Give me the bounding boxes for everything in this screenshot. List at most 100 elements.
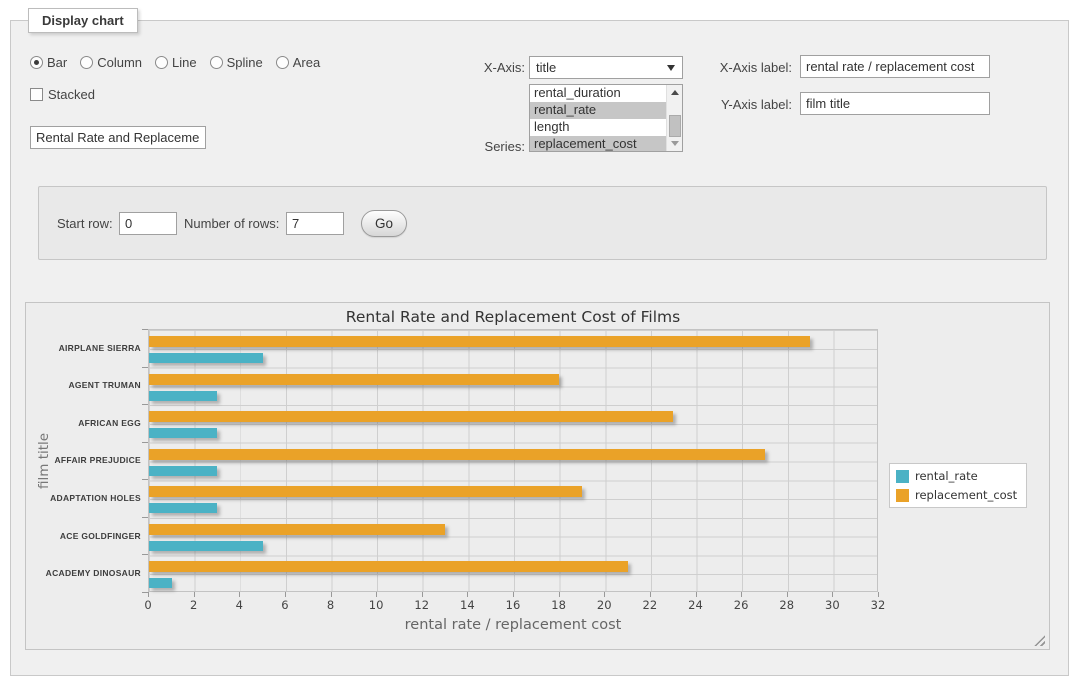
- bar-replacement_cost: [149, 374, 559, 385]
- x-tick-label: 22: [630, 598, 670, 612]
- resize-handle[interactable]: [1034, 635, 1045, 646]
- x-axis-label-label: X-Axis label:: [710, 60, 792, 75]
- chart-type-option-line[interactable]: Line: [155, 55, 197, 70]
- chart-plot-area: [148, 329, 878, 592]
- chart-title-input[interactable]: [30, 126, 206, 149]
- y-tick-mark: [142, 554, 148, 555]
- panel-legend: Display chart: [28, 8, 138, 33]
- y-tick-mark: [142, 329, 148, 330]
- x-axis-select-label: X-Axis:: [450, 60, 525, 75]
- series-scrollbar[interactable]: [666, 85, 682, 151]
- radio-icon[interactable]: [80, 56, 93, 69]
- chart-type-radio-group: Bar Column Line Spline Area: [30, 55, 320, 70]
- scroll-up-button[interactable]: [667, 85, 683, 100]
- x-tick-label: 18: [539, 598, 579, 612]
- x-tick-label: 24: [676, 598, 716, 612]
- x-tick-mark: [422, 592, 423, 597]
- chart-container: Rental Rate and Replacement Cost of Film…: [25, 302, 1050, 650]
- radio-label: Area: [293, 55, 320, 70]
- radio-icon[interactable]: [210, 56, 223, 69]
- x-tick-label: 10: [356, 598, 396, 612]
- y-axis-label-label: Y-Axis label:: [710, 97, 792, 112]
- bar-replacement_cost: [149, 336, 810, 347]
- radio-icon[interactable]: [155, 56, 168, 69]
- category-label: AGENT TRUMAN: [68, 367, 141, 405]
- x-tick-mark: [878, 592, 879, 597]
- x-tick-mark: [559, 592, 560, 597]
- bar-replacement_cost: [149, 486, 582, 497]
- x-axis-label-input[interactable]: [800, 55, 990, 78]
- y-tick-mark: [142, 404, 148, 405]
- category-label: ADAPTATION HOLES: [50, 479, 141, 517]
- x-tick-label: 26: [721, 598, 761, 612]
- legend-row: rental_rate: [896, 469, 1017, 483]
- stacked-checkbox[interactable]: [30, 88, 43, 101]
- stacked-checkbox-row[interactable]: Stacked: [30, 87, 95, 102]
- chart-type-option-column[interactable]: Column: [80, 55, 142, 70]
- x-tick-mark: [832, 592, 833, 597]
- scroll-down-button[interactable]: [667, 136, 683, 151]
- radio-icon[interactable]: [30, 56, 43, 69]
- series-option-replacement_cost[interactable]: replacement_cost: [530, 136, 666, 152]
- x-tick-mark: [239, 592, 240, 597]
- triangle-up-icon: [671, 90, 679, 95]
- bar-rental_rate: [149, 503, 217, 513]
- stacked-label: Stacked: [48, 87, 95, 102]
- x-tick-mark: [787, 592, 788, 597]
- chart-title: Rental Rate and Replacement Cost of Film…: [148, 308, 878, 326]
- legend-label: replacement_cost: [915, 488, 1017, 502]
- x-tick-mark: [741, 592, 742, 597]
- series-option-length[interactable]: length: [530, 119, 666, 136]
- series-multiselect[interactable]: rental_durationrental_ratelengthreplacem…: [529, 84, 683, 152]
- number-of-rows-input[interactable]: [286, 212, 344, 235]
- chart-type-option-bar[interactable]: Bar: [30, 55, 67, 70]
- y-tick-mark: [142, 367, 148, 368]
- bar-replacement_cost: [149, 561, 628, 572]
- x-tick-mark: [513, 592, 514, 597]
- x-tick-label: 6: [265, 598, 305, 612]
- legend-label: rental_rate: [915, 469, 978, 483]
- x-tick-mark: [650, 592, 651, 597]
- x-tick-label: 20: [584, 598, 624, 612]
- bar-replacement_cost: [149, 524, 445, 535]
- x-tick-label: 4: [219, 598, 259, 612]
- chart-type-option-spline[interactable]: Spline: [210, 55, 263, 70]
- series-options: rental_durationrental_ratelengthreplacem…: [530, 85, 682, 152]
- bar-rental_rate: [149, 578, 172, 588]
- x-axis-select[interactable]: title: [529, 56, 683, 79]
- x-tick-label: 12: [402, 598, 442, 612]
- legend-row: replacement_cost: [896, 488, 1017, 502]
- start-row-input[interactable]: [119, 212, 177, 235]
- radio-label: Spline: [227, 55, 263, 70]
- radio-label: Column: [97, 55, 142, 70]
- x-tick-label: 0: [128, 598, 168, 612]
- scrollbar-thumb[interactable]: [669, 115, 681, 137]
- bar-rental_rate: [149, 541, 263, 551]
- series-option-rental_rate[interactable]: rental_rate: [530, 102, 666, 119]
- triangle-down-icon: [671, 141, 679, 146]
- chart-x-axis-title: rental rate / replacement cost: [148, 617, 878, 633]
- x-tick-label: 8: [311, 598, 351, 612]
- series-option-rental_duration[interactable]: rental_duration: [530, 85, 666, 102]
- y-tick-mark: [142, 442, 148, 443]
- y-axis-label-input[interactable]: [800, 92, 990, 115]
- rows-range-fieldset: Start row: Number of rows: Go: [38, 186, 1047, 260]
- bar-rental_rate: [149, 428, 217, 438]
- y-tick-mark: [142, 517, 148, 518]
- legend-swatch-icon: [896, 489, 909, 502]
- category-label: AFFAIR PREJUDICE: [54, 442, 141, 480]
- x-tick-label: 14: [447, 598, 487, 612]
- legend-swatch-icon: [896, 470, 909, 483]
- radio-label: Line: [172, 55, 197, 70]
- start-row-label: Start row:: [57, 216, 113, 231]
- x-tick-label: 16: [493, 598, 533, 612]
- radio-icon[interactable]: [276, 56, 289, 69]
- category-label: ACE GOLDFINGER: [60, 517, 141, 555]
- go-button[interactable]: Go: [361, 210, 407, 237]
- category-label: AFRICAN EGG: [78, 404, 141, 442]
- x-tick-mark: [194, 592, 195, 597]
- x-tick-label: 2: [174, 598, 214, 612]
- number-of-rows-label: Number of rows:: [184, 216, 279, 231]
- chart-type-option-area[interactable]: Area: [276, 55, 320, 70]
- x-tick-label: 28: [767, 598, 807, 612]
